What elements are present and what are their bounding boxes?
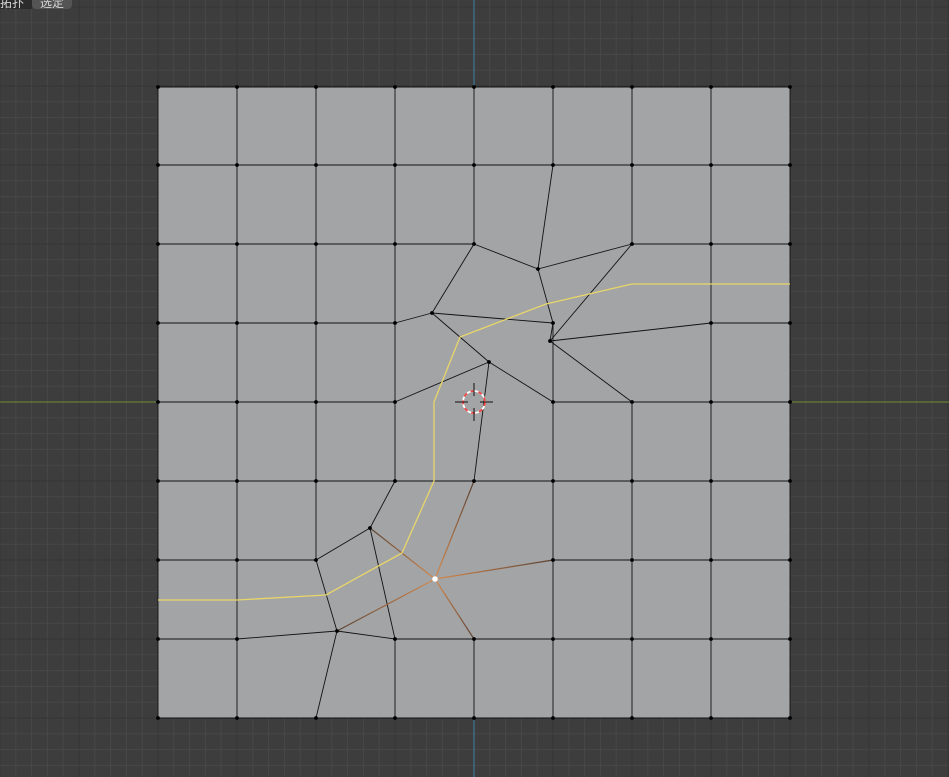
mesh-vertex[interactable]: [709, 558, 713, 562]
mesh-vertex[interactable]: [156, 163, 160, 167]
mesh-vertex[interactable]: [630, 163, 634, 167]
option-button[interactable]: 选定: [32, 0, 73, 9]
mesh-vertex[interactable]: [630, 479, 634, 483]
mesh-vertex[interactable]: [235, 716, 239, 720]
mesh-vertex[interactable]: [709, 321, 713, 325]
mesh-vertex[interactable]: [393, 479, 397, 483]
mesh-vertex[interactable]: [314, 163, 318, 167]
mesh-vertex[interactable]: [393, 85, 397, 89]
mesh-vertex[interactable]: [709, 85, 713, 89]
mesh-vertex[interactable]: [472, 716, 476, 720]
mesh-vertex[interactable]: [430, 311, 434, 315]
mesh-vertex[interactable]: [314, 716, 318, 720]
mesh-vertex[interactable]: [551, 163, 555, 167]
mesh-vertex[interactable]: [788, 637, 792, 641]
mesh-vertex[interactable]: [156, 716, 160, 720]
mesh-vertex[interactable]: [393, 400, 397, 404]
mesh-vertex[interactable]: [551, 637, 555, 641]
mesh-vertex[interactable]: [630, 716, 634, 720]
mesh-vertex[interactable]: [487, 360, 491, 364]
mesh-vertex[interactable]: [235, 637, 239, 641]
mesh-vertex[interactable]: [709, 242, 713, 246]
mesh-vertex[interactable]: [393, 716, 397, 720]
mesh-vertex[interactable]: [393, 163, 397, 167]
mesh-vertex[interactable]: [156, 85, 160, 89]
mesh-vertex[interactable]: [709, 637, 713, 641]
mesh-vertex[interactable]: [156, 637, 160, 641]
mesh-vertex[interactable]: [630, 400, 634, 404]
mesh-vertex[interactable]: [788, 321, 792, 325]
mesh-vertex[interactable]: [393, 321, 397, 325]
mesh-vertex[interactable]: [472, 479, 476, 483]
active-vertex[interactable]: [432, 576, 438, 582]
mesh-vertex[interactable]: [536, 267, 540, 271]
mesh-vertex[interactable]: [709, 479, 713, 483]
mesh-vertex[interactable]: [472, 637, 476, 641]
mesh-vertex[interactable]: [235, 321, 239, 325]
mesh-vertex[interactable]: [551, 716, 555, 720]
mesh-vertex[interactable]: [156, 321, 160, 325]
mesh-vertex[interactable]: [314, 321, 318, 325]
mesh-vertex[interactable]: [788, 400, 792, 404]
mesh-vertex[interactable]: [156, 242, 160, 246]
mesh-vertex[interactable]: [368, 526, 372, 530]
mesh-vertex[interactable]: [630, 637, 634, 641]
mesh-vertex[interactable]: [709, 716, 713, 720]
mesh-vertex[interactable]: [788, 716, 792, 720]
mesh-vertex[interactable]: [235, 400, 239, 404]
3d-viewport[interactable]: [0, 0, 949, 777]
mesh-vertex[interactable]: [472, 85, 476, 89]
mesh-vertex[interactable]: [472, 242, 476, 246]
mesh-vertex[interactable]: [630, 558, 634, 562]
mesh-vertex[interactable]: [551, 479, 555, 483]
mesh-vertex[interactable]: [393, 637, 397, 641]
mesh-vertex[interactable]: [235, 163, 239, 167]
mesh-vertex[interactable]: [630, 242, 634, 246]
plane-mesh[interactable]: [156, 85, 792, 720]
mesh-vertex[interactable]: [314, 400, 318, 404]
mesh-vertex[interactable]: [235, 558, 239, 562]
mesh-vertex[interactable]: [788, 85, 792, 89]
mesh-vertex[interactable]: [235, 242, 239, 246]
mesh-vertex[interactable]: [156, 558, 160, 562]
mesh-vertex[interactable]: [156, 479, 160, 483]
mesh-vertex[interactable]: [314, 558, 318, 562]
mesh-vertex[interactable]: [551, 558, 555, 562]
mesh-vertex[interactable]: [551, 400, 555, 404]
mesh-vertex[interactable]: [156, 400, 160, 404]
mesh-vertex[interactable]: [235, 479, 239, 483]
mesh-vertex[interactable]: [630, 85, 634, 89]
mesh-vertex[interactable]: [235, 85, 239, 89]
mesh-vertex[interactable]: [788, 242, 792, 246]
mesh-vertex[interactable]: [472, 163, 476, 167]
mesh-vertex[interactable]: [709, 163, 713, 167]
mesh-vertex[interactable]: [709, 400, 713, 404]
mesh-vertex[interactable]: [551, 85, 555, 89]
mesh-vertex[interactable]: [548, 339, 552, 343]
mesh-vertex[interactable]: [314, 242, 318, 246]
mesh-vertex[interactable]: [314, 479, 318, 483]
mesh-vertex[interactable]: [393, 242, 397, 246]
header-dropdown[interactable]: 拓扑 选定: [0, 0, 73, 9]
mesh-vertex[interactable]: [551, 321, 555, 325]
mesh-vertex[interactable]: [335, 629, 339, 633]
mesh-vertex[interactable]: [788, 163, 792, 167]
mesh-vertex[interactable]: [788, 558, 792, 562]
mesh-vertex[interactable]: [788, 479, 792, 483]
mode-label[interactable]: 拓扑: [0, 0, 33, 9]
mesh-vertex[interactable]: [314, 85, 318, 89]
